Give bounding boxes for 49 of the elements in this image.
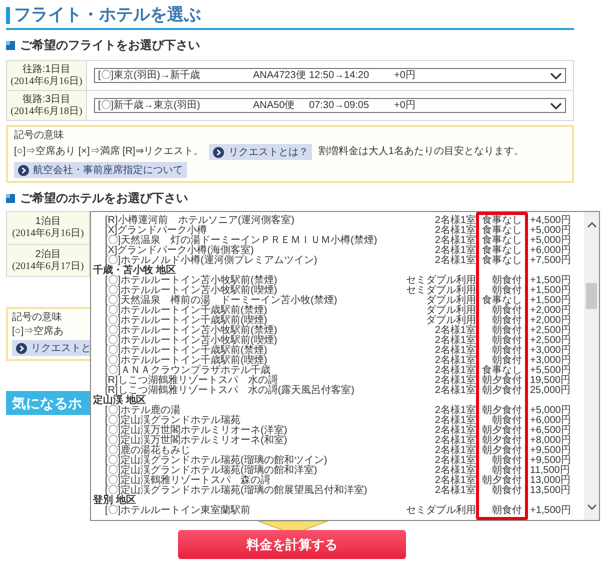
hotel-option[interactable]: [R]しこつ湖鶴雅リゾートスパ 水の謌(露天風呂付客室) 2名様1室 朝夕食付 25,000円: [91, 386, 584, 396]
leg-date: (2014年6月16日): [10, 76, 82, 88]
hotel-option[interactable]: [〇]ホテルルートイン千歳駅前(禁煙) ダブル利用 朝食付 +2,000円: [91, 306, 584, 316]
night-date: (2014年6月17日): [12, 260, 84, 272]
airline-seat-button[interactable]: 航空会社・事前座席指定について: [14, 162, 187, 178]
section-heading: ご希望のホテルをお選び下さい: [20, 191, 188, 205]
hotel-option[interactable]: [R]しこつ湖鶴雅リゾートスパ 水の謌 2名様1室 朝夕食付 19,500円: [91, 376, 584, 386]
hotel-option[interactable]: [〇]定山渓万世閣ホテルミリオーネ(洋室) 2名様1室 朝夕食付 +6,500円: [91, 426, 584, 436]
flight-select[interactable]: [〇]新千歳→東京(羽田) ANA50便 07:30→09:05 +0円: [94, 98, 566, 113]
section-heading: ご希望のフライトをお選び下さい: [20, 38, 200, 52]
request-info-button[interactable]: リクエストとは？: [209, 144, 312, 160]
hotel-option[interactable]: [〇]ホテルノルド小樽(運河側プレミアムツイン) 2名様1室 食事なし +7,500円: [91, 256, 584, 266]
area-heading: 定山渓 地区: [92, 396, 147, 406]
flight-select[interactable]: [〇]東京(羽田)→新千歳 ANA4723便 12:50→14:20 +0円: [94, 68, 566, 83]
calculate-price-button[interactable]: 料金を計算する: [178, 530, 406, 559]
leg-label: 復路:3日目: [22, 94, 71, 106]
hotel-option[interactable]: [〇]ホテルルートイン東室蘭駅前 セミダブル利用 朝食付 +1,500円: [91, 506, 584, 516]
price-note: 割増料金は大人1名あたりの目安となります。: [318, 146, 524, 158]
hotel-option[interactable]: [〇]定山渓グランドホテル瑞苑(瑠璃の館和ツイン) 2名様1室 朝食付 +9,500円: [91, 456, 584, 466]
hotel-option[interactable]: [〇]ホテルルートイン苫小牧駅前(喫煙) セミダブル利用 朝食付 +1,500円: [91, 286, 584, 296]
hotel-option[interactable]: [〇]ＡＮＡクラウンプラザホテル千歳 2名様1室 食事なし +5,500円: [91, 366, 584, 376]
hotel-option[interactable]: [〇]ホテル鹿の湯 2名様1室 朝夕食付 +5,000円: [91, 406, 584, 416]
leg-label: 往路:1日目: [22, 64, 71, 76]
page-title: フライト・ホテルを選ぶ: [14, 4, 201, 26]
hotel-option[interactable]: [〇]天然温泉 樽前の湯 ドーミーイン苫小牧(禁煙) ダブル利用 食事なし +1,500円: [91, 296, 584, 306]
hotel-option[interactable]: [〇]天然温泉 灯の湯ドーミーインＰＲＥＭＩＵＭ小樽(禁煙) 2名様1室 食事なし +5,000円: [91, 236, 584, 246]
area-heading: 登別 地区: [92, 496, 137, 506]
legend-title: 記号の意味: [14, 130, 65, 142]
hotel-option[interactable]: [〇]定山渓グランドホテル瑞苑 2名様1室 朝食付 +6,000円: [91, 416, 584, 426]
hotel-option[interactable]: [R]小樽運河前 ホテルソニア(運河側客室) 2名様1室 食事なし +4,500円: [91, 216, 584, 226]
hotel-option[interactable]: [〇]定山渓グランドホテル瑞苑(瑠璃の館和洋室) 2名様1室 朝食付 11,500円: [91, 466, 584, 476]
area-heading: 千歳・苫小牧 地区: [92, 266, 176, 276]
hotel-option[interactable]: [〇]ホテルルートイン千歳駅前(喫煙) ダブル利用 朝食付 +2,000円: [91, 316, 584, 326]
hotel-option[interactable]: [〇]鹿の湯花もみじ 2名様1室 朝夕食付 +9,500円: [91, 446, 584, 456]
hotel-option[interactable]: [〇]ホテルルートイン苫小牧駅前(禁煙) セミダブル利用 朝食付 +1,500円: [91, 276, 584, 286]
legend-title: 記号の意味: [12, 312, 63, 324]
hotel-option[interactable]: [〇]定山渓鶴雅リゾートスパ 森の謌 2名様1室 朝夕食付 13,000円: [91, 476, 584, 486]
hotel-option[interactable]: [X]グランドパーク小樽 2名様1室 食事なし +5,000円: [91, 226, 584, 236]
night-label: 2泊目: [35, 248, 61, 260]
night-label: 1泊目: [35, 216, 61, 228]
hotel-option[interactable]: [〇]定山渓万世閣ホテルミリオーネ(和室) 2名様1室 朝夕食付 +8,000円: [91, 436, 584, 446]
hotel-option[interactable]: [〇]ホテルルートイン千歳駅前(喫煙) 2名様1室 朝食付 +3,000円: [91, 356, 584, 366]
night-date: (2014年6月16日): [12, 228, 84, 240]
hotel-option[interactable]: [X]グランドパーク小樽(海側客室) 2名様1室 食事なし +6,000円: [91, 246, 584, 256]
leg-date: (2014年6月18日): [10, 106, 82, 118]
hotel-option[interactable]: [〇]定山渓グランドホテル瑞苑(瑠璃の館展望風呂付和洋室) 2名様1室 朝食付 13,500円: [91, 486, 584, 496]
legend-text: [○]⇒空席あ: [12, 326, 65, 338]
hotel-option[interactable]: [〇]ホテルルートイン苫小牧駅前(禁煙) 2名様1室 朝食付 +2,500円: [91, 326, 584, 336]
legend-text: [○]⇒空席あり [×]⇒満席 [R]⇒リクエスト。: [14, 146, 204, 158]
